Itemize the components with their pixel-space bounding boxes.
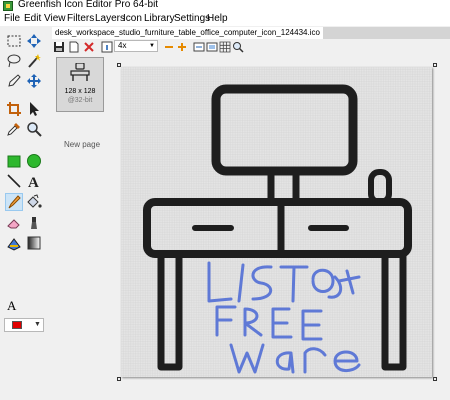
ellipse-icon (27, 154, 41, 168)
zoom-icon (27, 122, 42, 137)
crop-tool[interactable] (5, 100, 23, 118)
document-tab-bar: desk_workspace_studio_furniture_table_of… (52, 27, 450, 39)
magic-wand-icon (28, 54, 41, 68)
document-tab[interactable]: desk_workspace_studio_furniture_table_of… (52, 27, 323, 39)
preview-button[interactable] (231, 40, 244, 53)
zoom-value: 4x (118, 41, 127, 50)
save-icon (53, 41, 64, 52)
lasso-tool[interactable] (5, 52, 23, 70)
menu-icon[interactable]: Icon (123, 13, 142, 24)
eraser-icon (7, 219, 20, 229)
window-title: Greenfish Icon Editor Pro 64-bit (18, 0, 159, 10)
fill-icon (27, 194, 42, 208)
zoom-select[interactable]: 4x ▼ (114, 40, 158, 52)
thumb-depth: @32-bit (67, 97, 93, 104)
text-icon: A (28, 175, 39, 189)
info-icon (101, 41, 112, 52)
eyedropper-icon (7, 123, 20, 136)
rectangle-icon (7, 155, 21, 168)
move-icon (27, 74, 41, 88)
pencil-icon (8, 74, 21, 87)
eyedropper-tool[interactable] (5, 120, 23, 138)
move-tool[interactable] (25, 72, 43, 90)
eraser-tool[interactable] (5, 214, 23, 232)
menu-settings[interactable]: Settings (174, 13, 210, 24)
title-bar: Greenfish Icon Editor Pro 64-bit (0, 0, 450, 12)
lasso-icon (7, 54, 21, 68)
pencil-tool[interactable] (5, 72, 23, 90)
primary-color-swatch (12, 321, 22, 329)
new-page-button[interactable] (67, 40, 80, 53)
svg-text:A: A (28, 175, 39, 189)
move-selection-icon (27, 34, 41, 48)
gradient-tool[interactable] (25, 234, 43, 252)
tool-palette: A A ▼ (0, 27, 50, 400)
page-thumbnail[interactable]: 128 x 128 @32-bit (56, 57, 104, 112)
canvas-corner-handle[interactable] (117, 377, 121, 381)
crop-icon (7, 102, 21, 116)
chevron-down-icon: ▼ (149, 43, 155, 49)
page-icon (69, 41, 78, 52)
rectangle-tool[interactable] (5, 152, 23, 170)
canvas-corner-handle[interactable] (433, 377, 437, 381)
recolor-tool[interactable] (5, 234, 23, 252)
fill-tool[interactable] (25, 193, 43, 211)
app-icon (3, 1, 13, 11)
properties-button[interactable] (100, 40, 113, 53)
menu-file[interactable]: File (4, 13, 20, 24)
plus-icon (177, 42, 186, 51)
new-page-link[interactable]: New page (64, 140, 100, 149)
vertical-scrollbar[interactable] (440, 56, 450, 400)
menu-bar: File Edit View Filters Layers Icon Libra… (0, 12, 450, 26)
drawing-canvas[interactable] (121, 67, 432, 377)
fit-width-button[interactable] (192, 40, 205, 53)
line-icon (7, 174, 21, 188)
zoom-in-button[interactable] (175, 40, 188, 53)
menu-view[interactable]: View (44, 13, 66, 24)
thumbnail-desk-icon (70, 63, 90, 81)
canvas-art (121, 67, 432, 377)
rect-select-icon (7, 35, 21, 47)
color-selector[interactable]: ▼ (4, 318, 44, 332)
zoom-tool[interactable] (25, 120, 43, 138)
grid-button[interactable] (218, 40, 231, 53)
minus-icon (164, 45, 173, 48)
gradient-icon (27, 236, 41, 250)
canvas-area (111, 56, 450, 400)
thumb-size: 128 x 128 (64, 88, 96, 95)
zoom-out-button[interactable] (162, 40, 175, 53)
recolor-icon (7, 238, 21, 251)
move-selection-tool[interactable] (25, 32, 43, 50)
smudge-icon (31, 217, 37, 229)
magnifier-icon (232, 41, 244, 53)
brush-icon (8, 195, 21, 209)
editor-toolbar: 4x ▼ (52, 39, 450, 54)
pages-panel: 128 x 128 @32-bit New page (52, 55, 110, 400)
grid-icon (219, 41, 230, 52)
delete-page-button[interactable] (82, 40, 95, 53)
rect-select-tool[interactable] (5, 32, 23, 50)
menu-layers[interactable]: Layers (95, 13, 125, 24)
menu-edit[interactable]: Edit (24, 13, 41, 24)
save-button[interactable] (52, 40, 65, 53)
chevron-down-icon: ▼ (34, 321, 41, 328)
pointer-tool[interactable] (25, 100, 43, 118)
fit-width-icon (193, 42, 204, 51)
fit-page-button[interactable] (205, 40, 218, 53)
menu-help[interactable]: Help (207, 13, 228, 24)
fit-page-icon (206, 42, 217, 51)
magic-wand-tool[interactable] (25, 52, 43, 70)
delete-icon (83, 41, 94, 52)
text-color-icon: A (7, 298, 17, 313)
text-tool[interactable]: A (25, 172, 43, 190)
line-tool[interactable] (5, 172, 23, 190)
menu-filters[interactable]: Filters (67, 13, 94, 24)
canvas-corner-handle[interactable] (433, 63, 437, 67)
menu-library[interactable]: Library (144, 13, 175, 24)
pointer-icon (30, 102, 39, 116)
brush-tool[interactable] (5, 193, 23, 211)
smudge-tool[interactable] (25, 214, 43, 232)
ellipse-tool[interactable] (25, 152, 43, 170)
